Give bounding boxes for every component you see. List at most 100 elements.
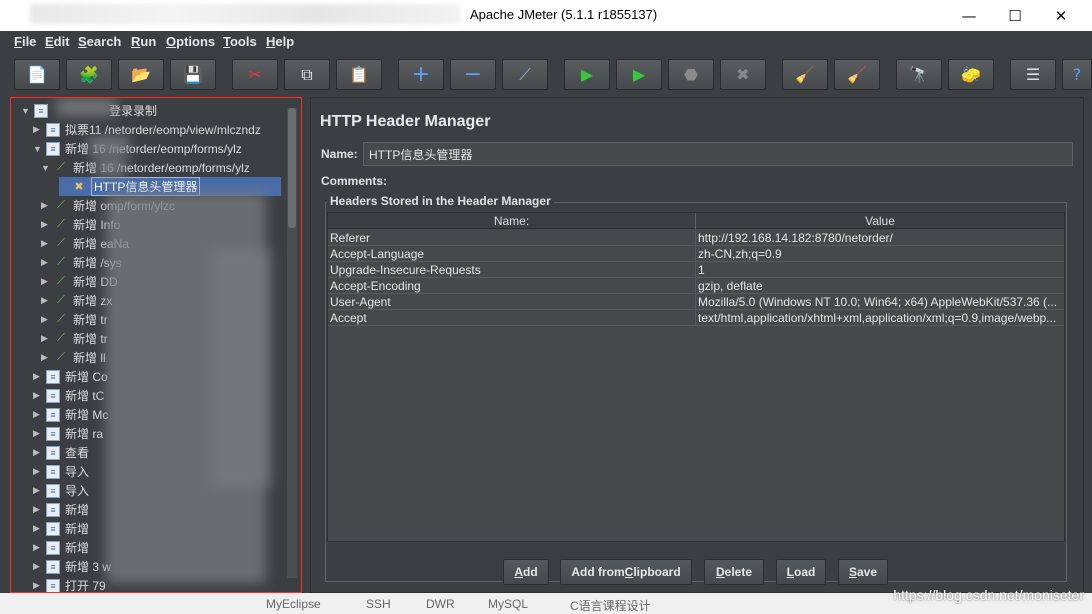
tree-node[interactable]: ▶ ≡ 打开 79 <box>33 576 106 592</box>
expand-arrow-icon[interactable]: ▶ <box>33 409 43 420</box>
collapse-button[interactable]: − <box>450 59 496 90</box>
collapse-arrow-icon[interactable]: ▼ <box>41 163 51 173</box>
copy-button[interactable]: ⧉ <box>284 59 330 90</box>
save-header-button[interactable]: Save <box>838 559 888 585</box>
start-no-pauses-button[interactable]: ▶ <box>616 59 662 90</box>
menu-edit[interactable]: Edit <box>45 34 70 49</box>
tree-scrollbar[interactable] <box>287 108 297 578</box>
tree-node[interactable]: ▼ ⟋ 新增 16 /netorder/eomp/forms/ylz <box>41 158 250 177</box>
menu-options[interactable]: Options <box>166 34 215 49</box>
expand-arrow-icon[interactable]: ▶ <box>41 352 51 363</box>
tree-node[interactable]: ▶ ≡ 导入 <box>33 481 89 500</box>
tree-node[interactable]: ▶ ≡ 新增 <box>33 500 89 519</box>
tree-node[interactable]: ▶ ≡ 查看 <box>33 443 89 462</box>
tree-node[interactable]: ▶ ≡ 新增 Mc <box>33 405 108 424</box>
cut-button[interactable]: ✂ <box>232 59 278 90</box>
expand-arrow-icon[interactable]: ▶ <box>33 561 43 572</box>
menu-search[interactable]: Search <box>78 34 121 49</box>
expand-arrow-icon[interactable]: ▶ <box>41 314 51 325</box>
tree-node[interactable]: ▼ ≡ 新增 16 /netorder/eomp/forms/ylz <box>33 139 242 158</box>
paste-button[interactable]: 📋 <box>336 59 382 90</box>
expand-arrow-icon[interactable]: ▶ <box>33 580 43 591</box>
collapse-arrow-icon[interactable]: ▼ <box>33 144 43 154</box>
split-pane-divider[interactable] <box>302 97 308 593</box>
expand-arrow-icon[interactable]: ▶ <box>41 295 51 306</box>
header-value-cell[interactable]: zh-CN,zh;q=0.9 <box>696 246 1064 262</box>
table-row[interactable]: Accept-Encoding gzip, deflate <box>328 278 1064 294</box>
tree-node[interactable]: ▶ ≡ 新增 tC <box>33 386 104 405</box>
table-row[interactable]: Accept text/html,application/xhtml+xml,ap… <box>328 310 1064 326</box>
expand-arrow-icon[interactable]: ▶ <box>33 485 43 496</box>
templates-button[interactable]: 🧩 <box>66 59 112 90</box>
add-button[interactable]: Add <box>503 559 549 585</box>
expand-arrow-icon[interactable]: ▶ <box>33 466 43 477</box>
header-value-cell[interactable]: http://192.168.14.182:8780/netorder/ <box>696 230 1064 246</box>
tree-node[interactable]: ▶ ≡ 新增 Co <box>33 367 108 386</box>
table-row[interactable]: Referer http://192.168.14.182:8780/netord… <box>328 230 1064 246</box>
function-helper-button[interactable]: ☰ <box>1010 59 1056 90</box>
open-button[interactable]: 📂 <box>118 59 164 90</box>
table-row[interactable]: Accept-Language zh-CN,zh;q=0.9 <box>328 246 1064 262</box>
expand-arrow-icon[interactable]: ▶ <box>33 542 43 553</box>
expand-arrow-icon[interactable]: ▶ <box>33 390 43 401</box>
column-header-value[interactable]: Value <box>696 213 1064 229</box>
new-button[interactable]: 📄 <box>14 59 60 90</box>
clear-all-button[interactable]: 🧹 <box>834 59 880 90</box>
expand-arrow-icon[interactable]: ▶ <box>41 257 51 268</box>
load-button[interactable]: Load <box>776 559 826 585</box>
expand-arrow-icon[interactable]: ▶ <box>41 276 51 287</box>
tree-node[interactable]: ▶ ⟋ 新增 ll <box>41 348 106 367</box>
menu-help[interactable]: Help <box>266 34 294 49</box>
expand-arrow-icon[interactable]: ▶ <box>33 371 43 382</box>
header-value-cell[interactable]: gzip, deflate <box>696 278 1064 294</box>
menu-tools[interactable]: Tools <box>223 34 257 49</box>
expand-button[interactable]: + <box>398 59 444 90</box>
help-button[interactable]: ? <box>1062 59 1092 90</box>
close-button[interactable]: ✕ <box>1038 0 1084 31</box>
expand-arrow-icon[interactable]: ▶ <box>33 124 43 135</box>
tree-node[interactable]: ▶ ≡ 新增 3 w <box>33 557 111 576</box>
test-plan-tree[interactable]: ▼ ≡ 登录录制 ▶ ≡ 拟票11 /netorder/eomp/view/mlcz… <box>10 97 302 593</box>
minimize-button[interactable]: — <box>946 0 992 31</box>
expand-arrow-icon[interactable]: ▶ <box>33 504 43 515</box>
clear-button[interactable]: 🧹 <box>782 59 828 90</box>
tree-node[interactable]: ▶ ≡ 新增 ra <box>33 424 103 443</box>
add-from-clipboard-button[interactable]: Add from Clipboard <box>560 559 692 585</box>
maximize-button[interactable]: ☐ <box>992 0 1038 31</box>
expand-arrow-icon[interactable]: ▶ <box>41 200 51 211</box>
table-row[interactable]: User-Agent Mozilla/5.0 (Windows NT 10.0; … <box>328 294 1064 310</box>
menu-run[interactable]: Run <box>131 34 156 49</box>
expand-arrow-icon[interactable]: ▶ <box>41 219 51 230</box>
header-name-cell[interactable]: Accept-Encoding <box>328 278 696 294</box>
expand-arrow-icon[interactable]: ▶ <box>41 238 51 249</box>
header-value-cell[interactable]: 1 <box>696 262 1064 278</box>
header-name-cell[interactable]: Accept <box>328 310 696 326</box>
shutdown-button[interactable]: ✖ <box>720 59 766 90</box>
delete-button[interactable]: Delete <box>704 559 764 585</box>
tree-node[interactable]: ▶ ≡ 新增 <box>33 538 89 557</box>
toggle-button[interactable]: ⟋ <box>502 59 548 90</box>
header-name-cell[interactable]: User-Agent <box>328 294 696 310</box>
save-button[interactable]: 💾 <box>170 59 216 90</box>
tree-node[interactable]: ▶ ⟋ 新增 tr <box>41 329 108 348</box>
menu-file[interactable]: File <box>14 34 36 49</box>
table-row[interactable]: Upgrade-Insecure-Requests 1 <box>328 262 1064 278</box>
expand-arrow-icon[interactable]: ▶ <box>33 447 43 458</box>
start-button[interactable]: ▶ <box>564 59 610 90</box>
tree-node[interactable]: ▶ ⟋ 新增 tr <box>41 310 108 329</box>
header-name-cell[interactable]: Referer <box>328 230 696 246</box>
name-field[interactable]: HTTP信息头管理器 <box>363 142 1073 166</box>
header-name-cell[interactable]: Upgrade-Insecure-Requests <box>328 262 696 278</box>
stop-button[interactable]: ⬣ <box>668 59 714 90</box>
tree-node[interactable]: ▶ ≡ 导入 <box>33 462 89 481</box>
header-value-cell[interactable]: Mozilla/5.0 (Windows NT 10.0; Win64; x64… <box>696 294 1064 310</box>
tree-scrollbar-thumb[interactable] <box>288 108 296 228</box>
tree-node[interactable]: ▶ ≡ 新增 <box>33 519 89 538</box>
reset-search-button[interactable]: 🧽 <box>948 59 994 90</box>
tree-node[interactable]: ▶ ≡ 拟票11 /netorder/eomp/view/mlczndz <box>33 120 261 139</box>
expand-arrow-icon[interactable]: ▶ <box>33 523 43 534</box>
collapse-arrow-icon[interactable]: ▼ <box>21 106 31 116</box>
comments-field[interactable] <box>391 170 1073 190</box>
column-header-name[interactable]: Name: <box>328 213 696 229</box>
headers-table[interactable]: Name: Value Referer http://192.168.14.182… <box>327 212 1065 542</box>
